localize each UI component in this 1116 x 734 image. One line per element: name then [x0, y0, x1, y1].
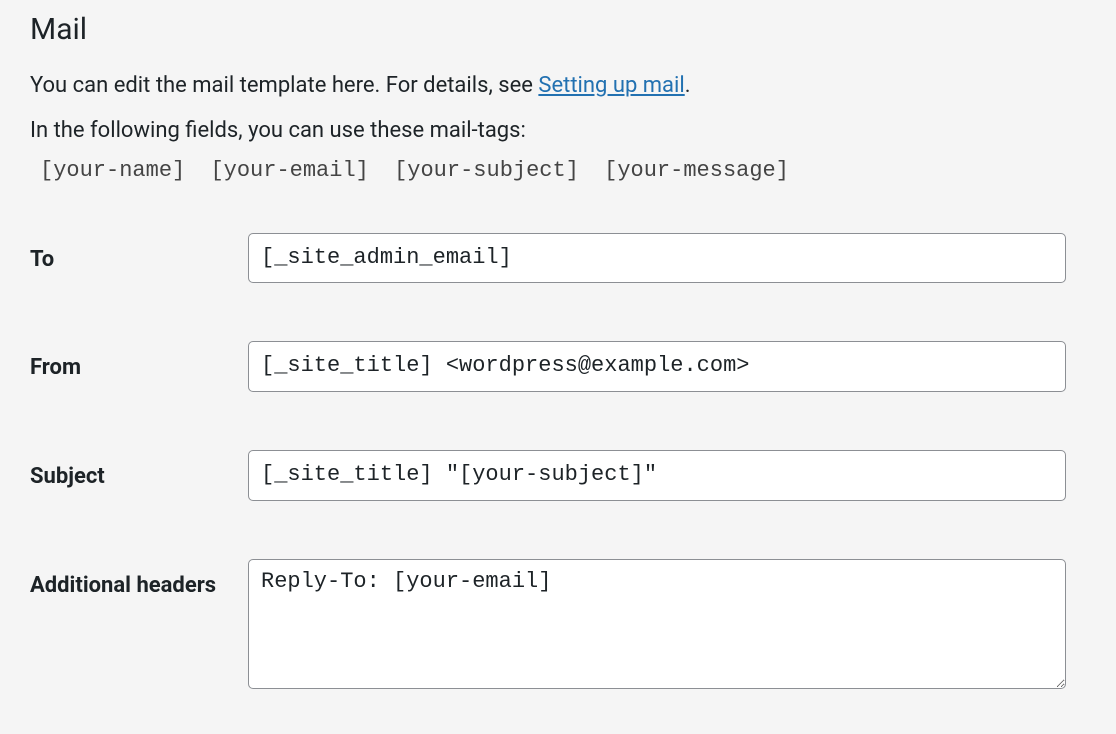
headers-label: Additional headers	[30, 559, 248, 693]
description-line-2: In the following fields, you can use the…	[30, 112, 1086, 149]
subject-label: Subject	[30, 450, 248, 559]
to-label: To	[30, 233, 248, 342]
subject-input[interactable]	[248, 450, 1066, 501]
mail-tag-your-name: [your-name]	[40, 158, 185, 183]
mail-tags: [your-name] [your-email] [your-subject] …	[40, 158, 1086, 183]
mail-form-table: To From Subject Additional headers	[30, 233, 1086, 693]
mail-tag-your-email: [your-email]	[210, 158, 368, 183]
from-label: From	[30, 341, 248, 450]
mail-tag-your-subject: [your-subject]	[394, 158, 579, 183]
setting-up-mail-link[interactable]: Setting up mail	[538, 73, 684, 98]
headers-textarea[interactable]	[248, 559, 1066, 689]
desc-prefix: You can edit the mail template here. For…	[30, 73, 538, 98]
mail-tag-your-message: [your-message]	[604, 158, 789, 183]
description-line-1: You can edit the mail template here. For…	[30, 67, 1086, 104]
to-input[interactable]	[248, 233, 1066, 284]
section-title: Mail	[30, 12, 1086, 47]
desc-suffix: .	[685, 73, 691, 98]
from-input[interactable]	[248, 341, 1066, 392]
